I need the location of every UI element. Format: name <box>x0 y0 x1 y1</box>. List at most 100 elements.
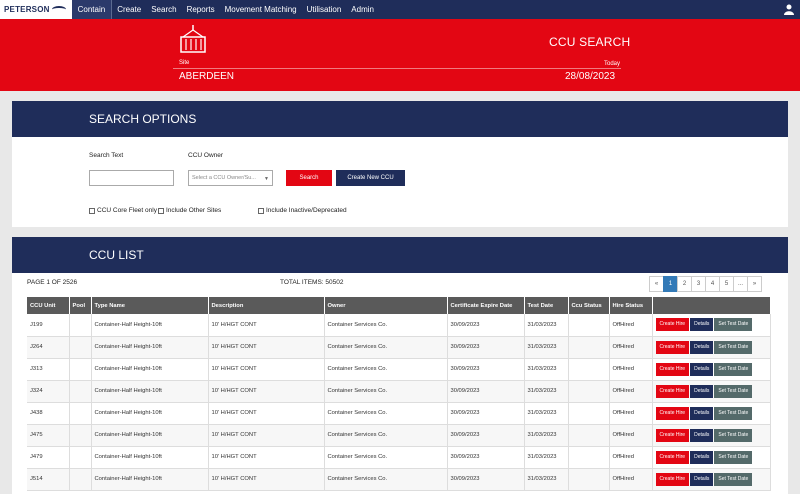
checkbox-label: CCU Core Fleet only <box>97 207 157 214</box>
col-type-name[interactable]: Type Name <box>91 297 209 314</box>
create-hire-button[interactable]: Create Hire <box>655 318 690 332</box>
cell-owner: Container Services Co. <box>324 380 448 403</box>
cell-owner: Container Services Co. <box>324 446 448 469</box>
col-owner[interactable]: Owner <box>324 297 448 314</box>
create-hire-button[interactable]: Create Hire <box>655 428 690 442</box>
search-button[interactable]: Search <box>286 170 332 186</box>
cell-actions: Create Hire Details Set Test Date <box>652 314 771 337</box>
set-test-date-button[interactable]: Set Test Date <box>714 384 753 398</box>
details-button[interactable]: Details <box>690 362 714 376</box>
col-test-date[interactable]: Test Date <box>524 297 569 314</box>
cell-description: 10' H/HGT CONT <box>208 446 325 469</box>
pager-page-2[interactable]: 2 <box>677 276 692 292</box>
nav-search[interactable]: Search <box>146 0 181 19</box>
user-icon[interactable] <box>784 4 794 15</box>
create-hire-button[interactable]: Create Hire <box>655 450 690 464</box>
cell-test-date: 31/03/2023 <box>524 402 569 425</box>
table-row: J264 Container-Half Height-10ft 10' H/HGT … <box>27 336 771 359</box>
cell-description: 10' H/HGT CONT <box>208 336 325 359</box>
ccu-owner-select[interactable]: Select a CCU Owner/Su... ▼ <box>188 170 273 186</box>
cell-owner: Container Services Co. <box>324 468 448 491</box>
col-cert-expire[interactable]: Certificate Expire Date <box>447 297 525 314</box>
search-text-input[interactable] <box>89 170 174 186</box>
cell-type-name: Container-Half Height-10ft <box>91 468 209 491</box>
details-button[interactable]: Details <box>690 428 714 442</box>
checkbox-box[interactable] <box>258 207 264 214</box>
checkbox-box[interactable] <box>158 207 164 214</box>
cell-ccu-status <box>568 424 610 447</box>
cell-test-date: 31/03/2023 <box>524 314 569 337</box>
table-row: J199 Container-Half Height-10ft 10' H/HGT … <box>27 314 771 337</box>
nav-create[interactable]: Create <box>112 0 146 19</box>
table-row: J475 Container-Half Height-10ft 10' H/HGT … <box>27 424 771 447</box>
cell-description: 10' H/HGT CONT <box>208 314 325 337</box>
search-text-label: Search Text <box>89 152 124 159</box>
search-options-panel: SEARCH OPTIONS Search Text CCU Owner Sel… <box>12 101 788 227</box>
cell-test-date: 31/03/2023 <box>524 424 569 447</box>
cell-ccu-status <box>568 380 610 403</box>
cell-ccu-unit: J514 <box>27 468 70 491</box>
create-hire-button[interactable]: Create Hire <box>655 384 690 398</box>
other-sites-checkbox[interactable]: Include Other Sites <box>158 207 221 214</box>
cell-cert-expire: 30/09/2023 <box>447 446 525 469</box>
col-pool[interactable]: Pool <box>69 297 92 314</box>
cell-test-date: 31/03/2023 <box>524 446 569 469</box>
set-test-date-button[interactable]: Set Test Date <box>714 362 753 376</box>
pager-prev[interactable]: « <box>649 276 664 292</box>
pager-ellipsis[interactable]: ... <box>733 276 748 292</box>
inactive-checkbox[interactable]: Include Inactive/Deprecated <box>258 207 347 214</box>
pager-page-5[interactable]: 5 <box>719 276 734 292</box>
checkbox-box[interactable] <box>89 207 95 214</box>
nav-admin[interactable]: Admin <box>346 0 379 19</box>
cell-pool <box>69 314 92 337</box>
cell-type-name: Container-Half Height-10ft <box>91 424 209 447</box>
nav-movement-matching[interactable]: Movement Matching <box>220 0 302 19</box>
create-new-ccu-button[interactable]: Create New CCU <box>336 170 405 186</box>
details-button[interactable]: Details <box>690 406 714 420</box>
table-row: J479 Container-Half Height-10ft 10' H/HGT … <box>27 446 771 469</box>
details-button[interactable]: Details <box>690 340 714 354</box>
nav-module-contain[interactable]: Contain <box>71 0 113 19</box>
cell-pool <box>69 358 92 381</box>
pager-page-3[interactable]: 3 <box>691 276 706 292</box>
core-fleet-checkbox[interactable]: CCU Core Fleet only <box>89 207 157 214</box>
cell-pool <box>69 336 92 359</box>
cell-actions: Create Hire Details Set Test Date <box>652 446 771 469</box>
total-items: TOTAL ITEMS: 50502 <box>280 279 344 286</box>
cell-actions: Create Hire Details Set Test Date <box>652 402 771 425</box>
peterson-logo[interactable]: PETERSON <box>0 0 72 19</box>
cell-owner: Container Services Co. <box>324 402 448 425</box>
cell-pool <box>69 402 92 425</box>
cell-ccu-unit: J438 <box>27 402 70 425</box>
pager-next[interactable]: » <box>747 276 762 292</box>
details-button[interactable]: Details <box>690 318 714 332</box>
details-button[interactable]: Details <box>690 450 714 464</box>
set-test-date-button[interactable]: Set Test Date <box>714 340 753 354</box>
cell-description: 10' H/HGT CONT <box>208 468 325 491</box>
cell-type-name: Container-Half Height-10ft <box>91 446 209 469</box>
set-test-date-button[interactable]: Set Test Date <box>714 318 753 332</box>
nav-utilisation[interactable]: Utilisation <box>302 0 347 19</box>
col-hire-status[interactable]: Hire Status <box>609 297 653 314</box>
set-test-date-button[interactable]: Set Test Date <box>714 450 753 464</box>
create-hire-button[interactable]: Create Hire <box>655 472 690 486</box>
create-hire-button[interactable]: Create Hire <box>655 340 690 354</box>
details-button[interactable]: Details <box>690 384 714 398</box>
set-test-date-button[interactable]: Set Test Date <box>714 406 753 420</box>
col-ccu-status[interactable]: Ccu Status <box>568 297 610 314</box>
set-test-date-button[interactable]: Set Test Date <box>714 472 753 486</box>
set-test-date-button[interactable]: Set Test Date <box>714 428 753 442</box>
col-ccu-unit[interactable]: CCU Unit <box>27 297 70 314</box>
details-button[interactable]: Details <box>690 472 714 486</box>
col-description[interactable]: Description <box>208 297 325 314</box>
nav-reports[interactable]: Reports <box>182 0 220 19</box>
cell-pool <box>69 446 92 469</box>
create-hire-button[interactable]: Create Hire <box>655 362 690 376</box>
create-hire-button[interactable]: Create Hire <box>655 406 690 420</box>
pager-page-4[interactable]: 4 <box>705 276 720 292</box>
cell-owner: Container Services Co. <box>324 336 448 359</box>
pager-page-1[interactable]: 1 <box>663 276 678 292</box>
cell-type-name: Container-Half Height-10ft <box>91 358 209 381</box>
cell-test-date: 31/03/2023 <box>524 336 569 359</box>
table-row: J514 Container-Half Height-10ft 10' H/HGT … <box>27 468 771 491</box>
